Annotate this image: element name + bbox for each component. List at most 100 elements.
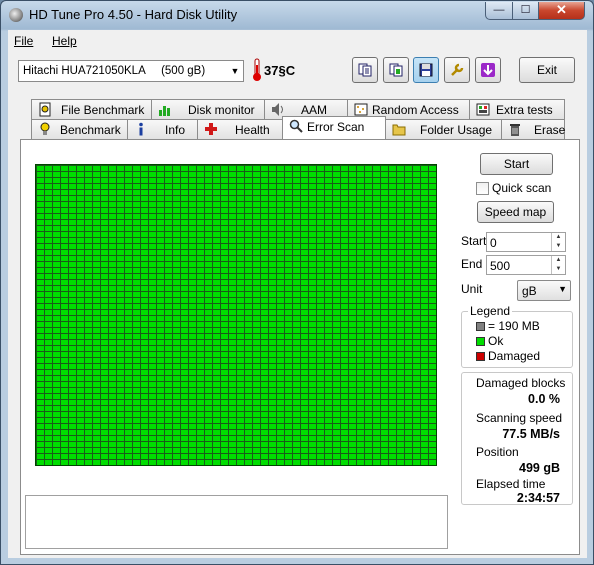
download-button[interactable] — [475, 57, 501, 83]
menu-bar: File Help — [8, 30, 587, 52]
scanning-speed-value: 77.5 MB/s — [502, 427, 560, 441]
client-area: File Help Hitachi HUA721050KLA (500 gB) … — [8, 30, 587, 558]
exit-button[interactable]: Exit — [519, 57, 575, 83]
tab-file-benchmark-label: File Benchmark — [61, 103, 145, 117]
extra-tests-icon — [476, 103, 490, 116]
tab-folder-usage-label: Folder Usage — [420, 123, 493, 137]
scanning-speed-label: Scanning speed — [476, 411, 563, 425]
speed-map-button[interactable]: Speed map — [477, 201, 554, 223]
save-button[interactable] — [413, 57, 439, 83]
floppy-disk-icon — [419, 63, 433, 77]
position-label: Position — [476, 445, 519, 459]
chevron-down-icon: ▼ — [558, 284, 567, 294]
drive-select[interactable]: Hitachi HUA721050KLA (500 gB) ▼ — [18, 60, 244, 82]
tab-info-label: Info — [165, 123, 186, 137]
menu-file-label: File — [14, 34, 34, 48]
start-input[interactable]: 0 ▲ ▼ — [486, 232, 566, 252]
elapsed-time-label: Elapsed time — [476, 477, 546, 491]
copy-icon — [358, 63, 372, 77]
close-button[interactable]: ✕ — [538, 2, 585, 20]
options-button[interactable] — [444, 57, 470, 83]
end-value: 500 — [490, 259, 511, 273]
copy-screenshot-icon — [389, 63, 403, 77]
red-cross-icon — [205, 123, 217, 135]
title-bar[interactable]: HD Tune Pro 4.50 - Hard Disk Utility — ☐… — [1, 1, 593, 29]
tab-folder-usage[interactable]: Folder Usage — [385, 119, 502, 139]
drive-select-value: Hitachi HUA721050KLA (500 gB) — [23, 65, 206, 77]
quick-scan-checkbox[interactable] — [476, 182, 489, 195]
spin-down-icon[interactable]: ▼ — [551, 265, 565, 274]
tab-erase-label: Erase — [534, 123, 566, 137]
random-access-icon — [354, 103, 368, 116]
damaged-blocks-label: Damaged blocks — [476, 376, 566, 390]
tab-disk-monitor-label: Disk monitor — [188, 103, 255, 117]
tab-error-scan[interactable]: Error Scan — [282, 116, 386, 139]
tab-file-benchmark[interactable]: File Benchmark — [31, 99, 152, 119]
info-icon — [139, 122, 143, 136]
magnifier-icon — [289, 119, 303, 133]
minimize-button[interactable]: — — [485, 2, 513, 20]
tab-strip: File Benchmark Disk monitor AAM Random A… — [8, 96, 587, 140]
toolbar: Hitachi HUA721050KLA (500 gB) ▼ 37§C Exi… — [8, 52, 587, 92]
error-scan-panel: Start Quick scan Speed map Start 0 ▲ ▼ E… — [20, 139, 580, 555]
damaged-blocks-value: 0.0 % — [528, 392, 560, 406]
unit-label: Unit — [461, 282, 483, 296]
copy-screenshot-button[interactable] — [383, 57, 409, 83]
tab-aam-label: AAM — [301, 103, 328, 117]
start-label: Start — [461, 234, 487, 248]
damaged-swatch — [476, 352, 485, 361]
folder-icon — [392, 124, 406, 136]
tab-benchmark[interactable]: Benchmark — [31, 119, 128, 139]
tab-info[interactable]: Info — [127, 119, 198, 139]
tab-random-access-label: Random Access — [372, 103, 459, 117]
copy-info-button[interactable] — [352, 57, 378, 83]
scan-stats-box: Damaged blocks 0.0 % Scanning speed 77.5… — [461, 372, 573, 505]
tab-benchmark-label: Benchmark — [60, 123, 121, 137]
unit-value: gB — [522, 284, 537, 298]
ok-label: Ok — [488, 334, 504, 348]
spin-up-icon[interactable]: ▲ — [551, 256, 565, 265]
start-value: 0 — [490, 236, 497, 250]
unit-select[interactable]: gB ▼ — [517, 280, 571, 301]
start-scan-button[interactable]: Start — [480, 153, 553, 175]
thermometer-icon — [253, 58, 261, 81]
block-size-label: = 190 MB — [488, 319, 540, 333]
tab-health-label: Health — [235, 123, 270, 137]
tab-health[interactable]: Health — [197, 119, 283, 139]
scan-block-map — [35, 164, 437, 466]
elapsed-time-value: 2:34:57 — [516, 491, 560, 505]
app-window: HD Tune Pro 4.50 - Hard Disk Utility — ☐… — [0, 0, 594, 565]
menu-help[interactable]: Help — [52, 34, 77, 48]
window-title: HD Tune Pro 4.50 - Hard Disk Utility — [29, 7, 238, 22]
legend-title: Legend — [468, 304, 513, 318]
hdtune-app-icon — [9, 8, 23, 22]
file-benchmark-icon — [39, 102, 51, 117]
tab-error-scan-label: Error Scan — [307, 120, 365, 134]
chevron-down-icon: ▼ — [230, 66, 240, 76]
temperature-readout: 37§C — [264, 63, 296, 78]
end-input[interactable]: 500 ▲ ▼ — [486, 255, 566, 275]
wrench-icon — [451, 63, 464, 76]
end-label: End — [461, 257, 483, 271]
spin-up-icon[interactable]: ▲ — [551, 233, 565, 242]
tab-disk-monitor[interactable]: Disk monitor — [151, 99, 265, 119]
speaker-icon — [272, 103, 283, 116]
tab-erase[interactable]: Erase — [501, 119, 565, 139]
block-swatch — [476, 322, 485, 331]
menu-file[interactable]: File — [14, 34, 33, 48]
scan-log[interactable] — [25, 495, 448, 549]
lightbulb-icon — [40, 122, 50, 135]
bar-chart-icon — [159, 106, 170, 116]
ok-swatch — [476, 337, 485, 346]
legend-box: Legend = 190 MB Ok Damaged — [461, 304, 573, 368]
maximize-button[interactable]: ☐ — [512, 2, 539, 20]
spin-down-icon[interactable]: ▼ — [551, 242, 565, 251]
download-arrow-icon — [481, 63, 495, 77]
position-value: 499 gB — [519, 461, 560, 475]
quick-scan-label: Quick scan — [492, 181, 552, 195]
menu-help-label: Help — [52, 34, 77, 48]
tab-extra-tests[interactable]: Extra tests — [469, 99, 565, 119]
damaged-label: Damaged — [488, 349, 541, 363]
tab-extra-tests-label: Extra tests — [496, 103, 553, 117]
trash-icon — [510, 124, 520, 136]
